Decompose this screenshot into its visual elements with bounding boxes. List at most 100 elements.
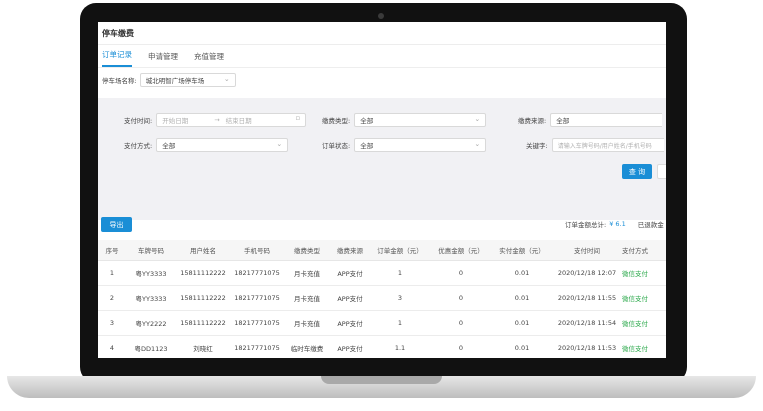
tab-bar: 订单记录 申请管理 充值管理 — [98, 45, 666, 68]
calendar-icon: ▫ — [295, 114, 301, 122]
cell-pay-time: 2020/12/18 11:53 — [557, 344, 617, 352]
cell-order-amount: 1.1 — [394, 344, 406, 352]
parking-lot-row: 停车场名称: 城北明智广场停车场 ⌄ — [98, 68, 666, 92]
column-header: 优惠金额（元） — [438, 247, 484, 255]
cell-phone: 18217771075 — [234, 294, 280, 302]
reset-button[interactable] — [657, 164, 666, 179]
cell-user: 15811112222 — [180, 269, 226, 277]
parking-lot-label: 停车场名称: — [102, 77, 137, 85]
chevron-down-icon: ⌄ — [474, 140, 481, 148]
cell-phone: 18217771075 — [234, 269, 280, 277]
column-header: 支付时间 — [574, 247, 600, 255]
cell-index: 3 — [109, 319, 115, 327]
fee-type-select[interactable]: 全部 ⌄ — [354, 113, 487, 127]
cell-pay-method: 微信支付 — [622, 345, 648, 353]
cell-user: 刘晓红 — [193, 345, 213, 353]
order-status-label: 订单状态: — [322, 142, 351, 150]
fee-type-label: 缴费类型: — [322, 117, 351, 125]
query-button[interactable]: 查 询 — [622, 164, 652, 179]
table-header: 序号 车牌号码 用户姓名 手机号码 缴费类型 缴费来源 订单金额（元） 优惠金额… — [98, 240, 666, 261]
cell-discount: 0 — [458, 319, 464, 327]
cell-paid: 0.01 — [514, 294, 530, 302]
pay-method-select[interactable]: 全部 ⌄ — [156, 138, 289, 152]
column-header: 手机号码 — [244, 247, 270, 255]
cell-user: 15811112222 — [180, 319, 226, 327]
cell-fee-type: 月卡充值 — [294, 320, 320, 328]
app-screen: 停车缴费 订单记录 申请管理 充值管理 停车场名称: 城北明智广场停车场 ⌄ 支… — [98, 22, 666, 358]
end-date-placeholder: 结束日期 — [225, 117, 252, 125]
cell-plate: 粤YY3333 — [135, 270, 167, 278]
laptop-base-notch — [321, 376, 442, 384]
fee-source-label: 缴费来源: — [518, 117, 547, 125]
chevron-down-icon: ⌄ — [223, 75, 230, 83]
column-header: 序号 — [105, 247, 119, 255]
cell-plate: 粤DD1123 — [134, 345, 168, 353]
keyword-filter: 关键字: 请输入车牌号码/用户姓名/手机号码 — [526, 138, 664, 152]
order-status-select[interactable]: 全部 ⌄ — [354, 138, 487, 152]
order-total-value: ¥ 6.1 — [609, 220, 626, 228]
cell-phone: 18217771075 — [234, 319, 280, 327]
cell-phone: 18217771075 — [234, 344, 280, 352]
tab-application-management[interactable]: 申请管理 — [148, 51, 178, 67]
pay-time-range-picker[interactable]: 开始日期 → 结束日期 ▫ — [156, 113, 307, 127]
date-range-separator: → — [214, 116, 220, 124]
column-header: 缴费类型 — [294, 247, 320, 255]
tab-order-records[interactable]: 订单记录 — [102, 49, 132, 67]
chevron-down-icon: ⌄ — [276, 140, 283, 148]
column-header: 车牌号码 — [138, 247, 164, 255]
webcam-icon — [378, 13, 384, 19]
cell-pay-method: 微信支付 — [622, 295, 648, 303]
filter-panel: 支付时间: 开始日期 → 结束日期 ▫ 缴费类型: 全部 ⌄ 缴费来源: 全部 … — [98, 98, 666, 220]
cell-discount: 0 — [458, 344, 464, 352]
order-status-value: 全部 — [360, 142, 374, 150]
cell-paid: 0.01 — [514, 344, 530, 352]
cell-plate: 粤YY2222 — [135, 320, 167, 328]
totals-bar: 订单金额总计: ¥ 6.1 已退款金 — [565, 219, 664, 229]
parking-lot-select[interactable]: 城北明智广场停车场 ⌄ — [139, 73, 236, 87]
column-header: 用户姓名 — [190, 247, 216, 255]
table-row[interactable]: 3 粤YY2222 15811112222 18217771075 月卡充值 A… — [98, 311, 666, 336]
fee-source-select[interactable]: 全部 — [550, 113, 663, 127]
cell-index: 4 — [109, 344, 115, 352]
order-total-label: 订单金额总计: — [565, 221, 607, 229]
cell-pay-time: 2020/12/18 11:55 — [557, 294, 617, 302]
cell-discount: 0 — [458, 269, 464, 277]
table-row[interactable]: 4 粤DD1123 刘晓红 18217771075 临时车缴费 APP支付 1.… — [98, 336, 666, 358]
keyword-input[interactable]: 请输入车牌号码/用户姓名/手机号码 — [551, 138, 664, 152]
cell-order-amount: 3 — [397, 294, 403, 302]
column-header: 实付金额（元） — [499, 247, 545, 255]
cell-fee-source: APP支付 — [337, 270, 363, 278]
cell-pay-method: 微信支付 — [622, 320, 648, 328]
pay-time-filter: 支付时间: 开始日期 → 结束日期 ▫ — [124, 113, 307, 127]
pay-time-label: 支付时间: — [124, 117, 153, 125]
column-header: 订单金额（元） — [377, 247, 423, 255]
cell-order-amount: 1 — [397, 269, 403, 277]
tab-recharge-management[interactable]: 充值管理 — [194, 51, 224, 67]
cell-discount: 0 — [458, 294, 464, 302]
fee-type-filter: 缴费类型: 全部 ⌄ — [322, 113, 487, 127]
column-header: 缴费来源 — [337, 247, 363, 255]
pay-method-label: 支付方式: — [124, 142, 153, 150]
export-button[interactable]: 导出 — [101, 217, 132, 232]
cell-index: 1 — [109, 269, 115, 277]
orders-table: 序号 车牌号码 用户姓名 手机号码 缴费类型 缴费来源 订单金额（元） 优惠金额… — [98, 240, 666, 358]
start-date-placeholder: 开始日期 — [162, 117, 189, 125]
fee-type-value: 全部 — [360, 117, 374, 125]
cell-fee-source: APP支付 — [337, 295, 363, 303]
column-header: 支付方式 — [622, 247, 648, 255]
app-header: 停车缴费 — [98, 22, 666, 45]
cell-pay-time: 2020/12/18 11:54 — [557, 319, 617, 327]
cell-fee-type: 月卡充值 — [294, 295, 320, 303]
order-status-filter: 订单状态: 全部 ⌄ — [322, 138, 487, 152]
pay-method-filter: 支付方式: 全部 ⌄ — [124, 138, 289, 152]
cell-fee-type: 月卡充值 — [294, 270, 320, 278]
chevron-down-icon: ⌄ — [474, 115, 481, 123]
refund-total-label: 已退款金 — [637, 221, 664, 229]
fee-source-value: 全部 — [556, 117, 570, 125]
cell-pay-method: 微信支付 — [622, 270, 648, 278]
cell-pay-time: 2020/12/18 12:07 — [557, 269, 617, 277]
cell-user: 15811112222 — [180, 294, 226, 302]
table-row[interactable]: 2 粤YY3333 15811112222 18217771075 月卡充值 A… — [98, 286, 666, 311]
app-title: 停车缴费 — [102, 28, 134, 38]
table-row[interactable]: 1 粤YY3333 15811112222 18217771075 月卡充值 A… — [98, 261, 666, 286]
